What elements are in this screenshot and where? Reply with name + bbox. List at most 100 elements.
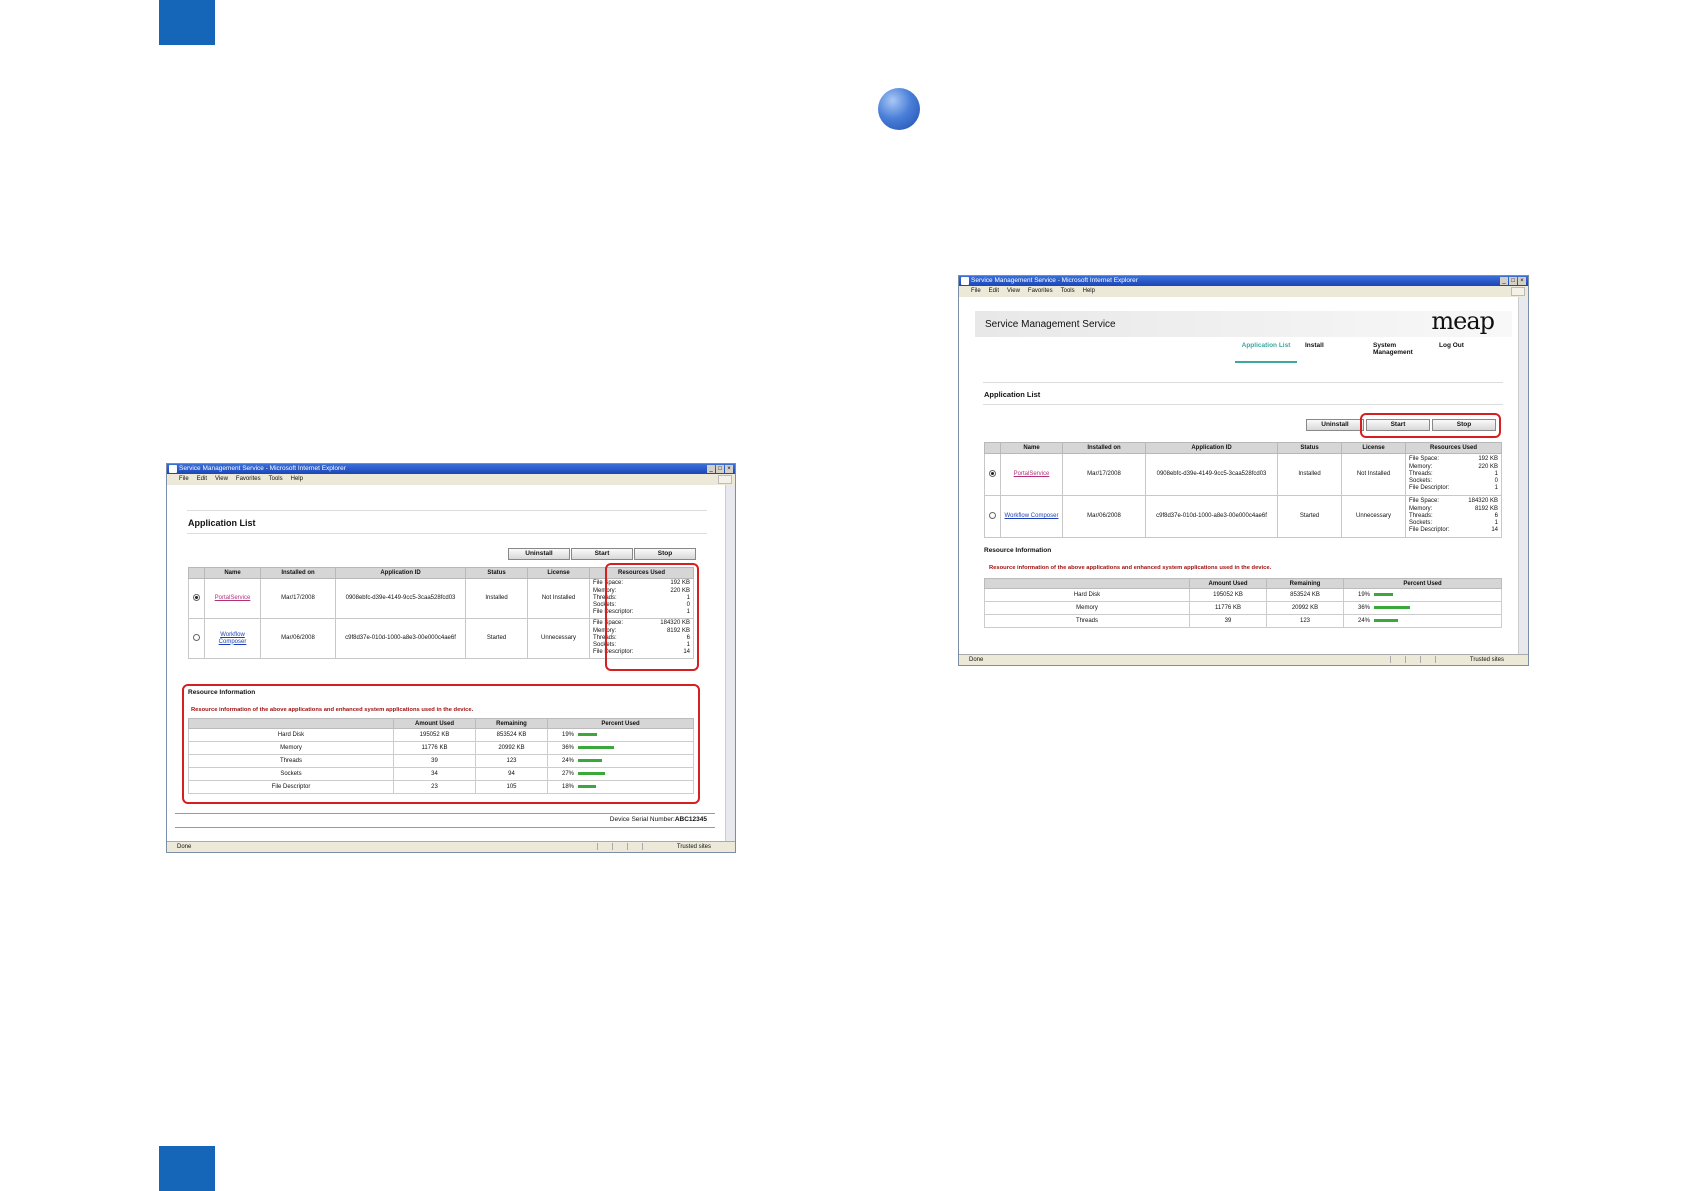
usage-bar <box>578 745 615 749</box>
blue-bullet-icon <box>878 88 920 130</box>
menu-favorites[interactable]: Favorites <box>236 474 261 485</box>
col-app-id: Application ID <box>335 567 466 579</box>
menu-view[interactable]: View <box>1007 286 1020 297</box>
close-icon[interactable]: × <box>1518 277 1526 285</box>
vertical-scrollbar[interactable] <box>1518 297 1528 655</box>
col-license: License <box>1341 442 1406 454</box>
radio-workflow[interactable] <box>989 511 996 519</box>
menu-favorites[interactable]: Favorites <box>1028 286 1053 297</box>
title-bar: Service Management Service - Microsoft I… <box>167 464 735 474</box>
table-row: File Descriptor 23 105 18% <box>188 780 694 794</box>
menu-tools[interactable]: Tools <box>269 474 283 485</box>
table-row: Threads 39 123 24% <box>984 614 1502 628</box>
app-name-link[interactable]: PortalService <box>1014 471 1050 477</box>
table-row[interactable]: PortalService Mar/17/2008 0908ebfc-d39e-… <box>984 453 1502 496</box>
uninstall-button[interactable]: Uninstall <box>1306 419 1364 431</box>
page-content: Service Management Service meap Applicat… <box>959 297 1518 655</box>
ie-icon <box>169 465 177 473</box>
app-license: Not Installed <box>1341 453 1406 496</box>
installed-on: Mar/06/2008 <box>1062 495 1146 538</box>
start-button[interactable]: Start <box>571 548 633 560</box>
service-title: Service Management Service <box>985 319 1116 330</box>
windows-logo-icon <box>1511 287 1525 296</box>
status-bar: Done Trusted sites <box>959 654 1528 665</box>
trusted-sites-zone: Trusted sites <box>1469 657 1504 663</box>
window-title: Service Management Service - Microsoft I… <box>971 277 1138 284</box>
uninstall-button[interactable]: Uninstall <box>508 548 570 560</box>
top-corner-tab <box>159 0 215 45</box>
usage-bar <box>578 758 603 762</box>
start-stop-highlight <box>1360 413 1501 438</box>
radio-portal[interactable] <box>989 469 996 477</box>
minimize-icon[interactable]: _ <box>707 465 715 473</box>
col-remaining: Remaining <box>1266 578 1344 589</box>
menu-file[interactable]: File <box>971 286 981 297</box>
menu-edit[interactable]: Edit <box>989 286 999 297</box>
ie-icon <box>961 277 969 285</box>
maximize-icon[interactable]: □ <box>716 465 724 473</box>
usage-bar <box>578 784 597 788</box>
usage-bar <box>578 732 598 736</box>
resources-used: File Space: 184320 KB Memory: 8192 KB Thre… <box>1405 495 1502 538</box>
menu-help[interactable]: Help <box>1083 286 1095 297</box>
col-installed: Installed on <box>260 567 336 579</box>
col-amount-used: Amount Used <box>393 718 476 729</box>
app-status: Installed <box>465 578 528 619</box>
app-license: Not Installed <box>527 578 590 619</box>
nav-system-management[interactable]: System Management <box>1373 342 1423 356</box>
table-row: Memory 11776 KB 20992 KB 36% <box>188 741 694 755</box>
close-icon[interactable]: × <box>725 465 733 473</box>
col-resources: Resources Used <box>1405 442 1502 454</box>
usage-bar <box>1374 605 1411 609</box>
section-title: Application List <box>984 390 1041 399</box>
maximize-icon[interactable]: □ <box>1509 277 1517 285</box>
vertical-scrollbar[interactable] <box>725 485 735 842</box>
menu-tools[interactable]: Tools <box>1061 286 1075 297</box>
app-name-link[interactable]: Workflow Composer <box>219 632 247 645</box>
col-name: Name <box>204 567 261 579</box>
resources-used-highlight <box>605 563 699 671</box>
app-id: c9f8d37e-010d-1000-a8e3-00e000c4ae6f <box>335 618 466 659</box>
meap-logo: meap <box>1431 307 1495 335</box>
minimize-icon[interactable]: _ <box>1500 277 1508 285</box>
menu-edit[interactable]: Edit <box>197 474 207 485</box>
status-bar: Done Trusted sites <box>167 841 735 852</box>
col-percent-used: Percent Used <box>547 718 694 729</box>
app-status: Started <box>1277 495 1342 538</box>
resources-used: File Space: 192 KB Memory: 220 KB Threads:… <box>1405 453 1502 496</box>
col-status: Status <box>1277 442 1342 454</box>
table-row: Memory 11776 KB 20992 KB 36% <box>984 601 1502 615</box>
col-status: Status <box>465 567 528 579</box>
app-name-link[interactable]: Workflow Composer <box>1005 513 1059 519</box>
nav-install[interactable]: Install <box>1305 342 1324 349</box>
col-amount-used: Amount Used <box>1189 578 1267 589</box>
browser-window-left: Service Management Service - Microsoft I… <box>166 463 736 853</box>
radio-workflow[interactable] <box>193 633 200 641</box>
nav-application-list[interactable]: Application List <box>1235 342 1297 363</box>
installed-on: Mar/17/2008 <box>260 578 336 619</box>
col-installed: Installed on <box>1062 442 1146 454</box>
section-title: Application List <box>188 518 256 528</box>
menu-file[interactable]: File <box>179 474 189 485</box>
col-name: Name <box>1000 442 1063 454</box>
nav-log-out[interactable]: Log Out <box>1439 342 1464 349</box>
trusted-sites-zone: Trusted sites <box>676 844 711 850</box>
table-row: Hard Disk 195052 KB 853524 KB 19% <box>984 588 1502 602</box>
installed-on: Mar/17/2008 <box>1062 453 1146 496</box>
radio-portal[interactable] <box>193 593 200 601</box>
resource-info-table: Amount Used Remaining Percent Used Hard … <box>188 718 694 794</box>
stop-button[interactable]: Stop <box>634 548 696 560</box>
app-name-link[interactable]: PortalService <box>215 595 251 601</box>
table-row[interactable]: Workflow Composer Mar/06/2008 c9f8d37e-0… <box>984 495 1502 538</box>
device-serial: Device Serial Number:ABC12345 <box>609 816 707 823</box>
col-app-id: Application ID <box>1145 442 1278 454</box>
menu-help[interactable]: Help <box>291 474 303 485</box>
windows-logo-icon <box>718 475 732 484</box>
col-percent-used: Percent Used <box>1343 578 1502 589</box>
menu-view[interactable]: View <box>215 474 228 485</box>
browser-window-right: Service Management Service - Microsoft I… <box>958 275 1529 666</box>
bottom-corner-tab <box>159 1146 215 1191</box>
resource-info-note: Resource information of the above applic… <box>989 565 1272 571</box>
col-license: License <box>527 567 590 579</box>
usage-bar <box>1374 592 1394 596</box>
